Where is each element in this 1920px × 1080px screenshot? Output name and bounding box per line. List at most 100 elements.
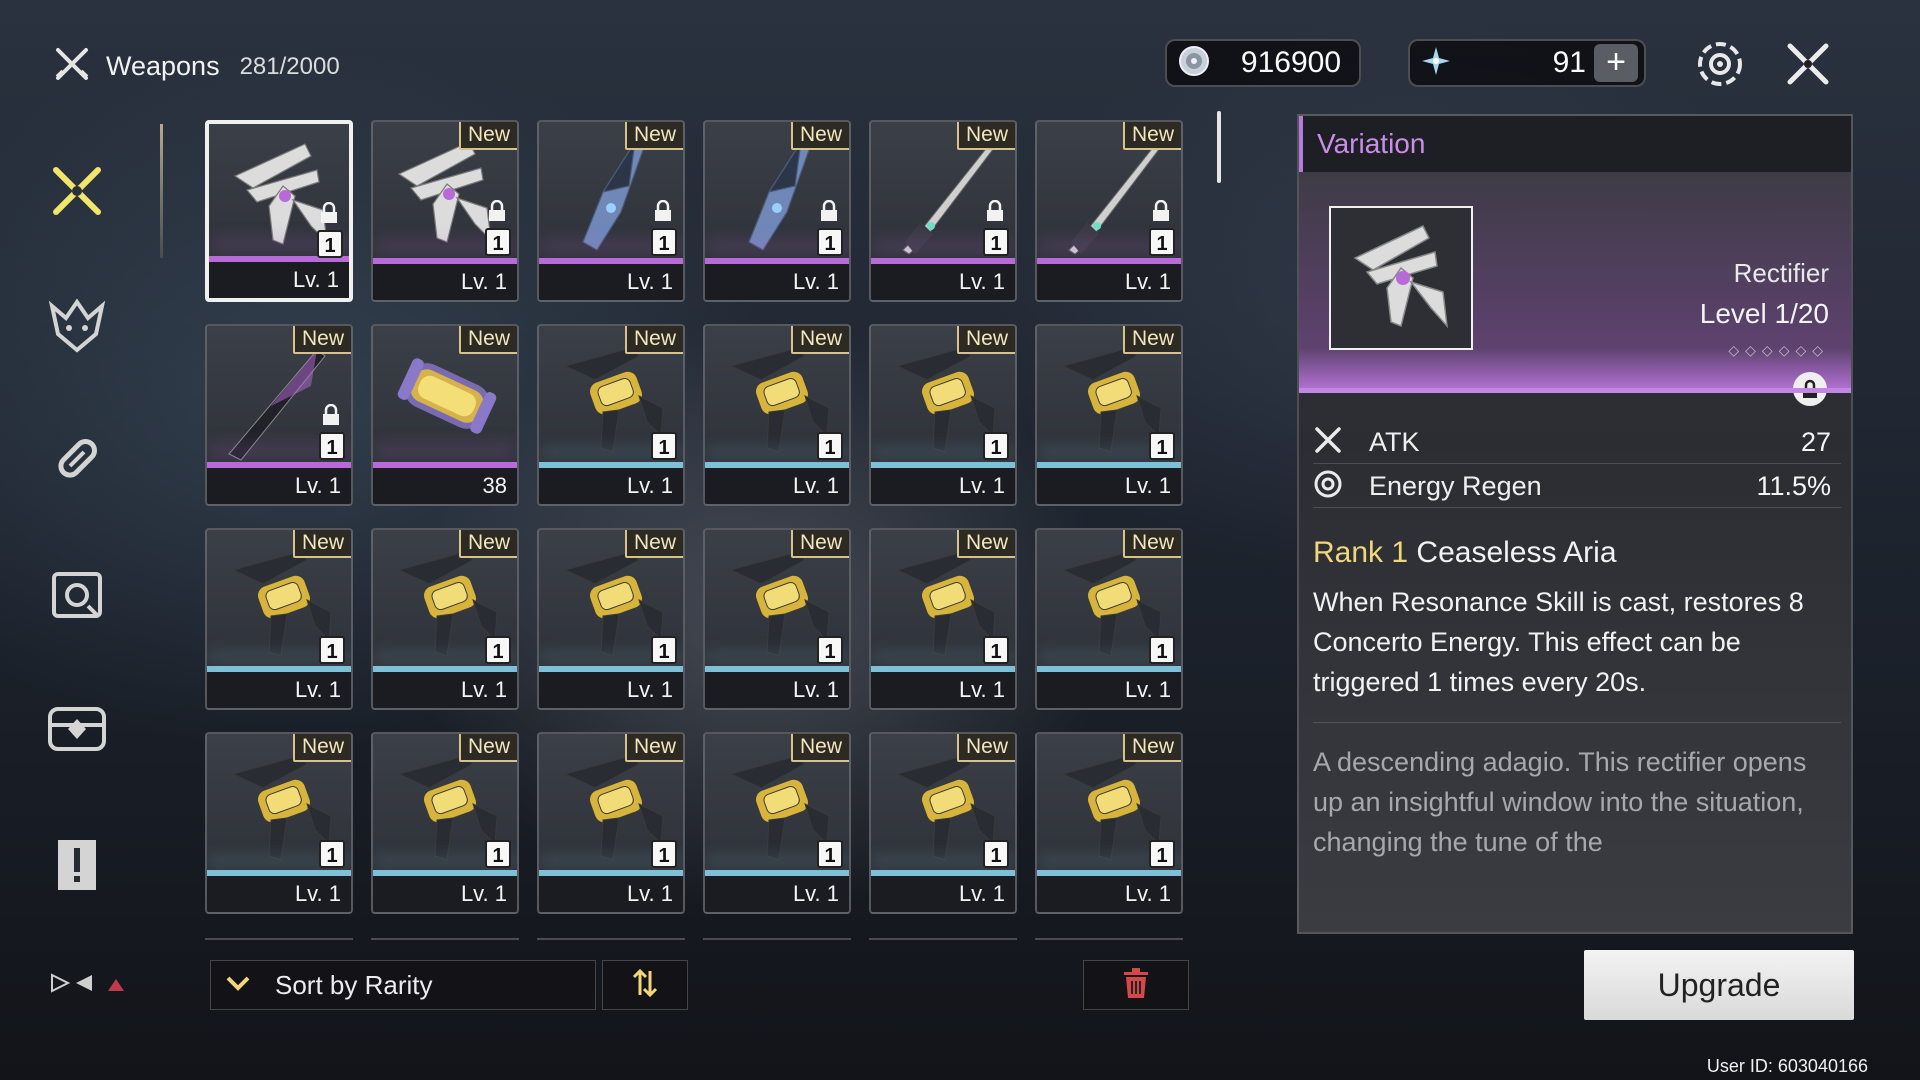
- weapon-level-label: Lv. 1: [1124, 677, 1171, 702]
- rank-badge: 1: [983, 228, 1009, 256]
- weapon-card[interactable]: 1 Lv. 1: [205, 120, 353, 302]
- new-badge: New: [624, 326, 683, 354]
- weapon-card[interactable]: 1 Lv. 1 New: [371, 732, 519, 914]
- rank-badge: 1: [1149, 228, 1175, 256]
- weapon-level-label: Lv. 1: [460, 269, 507, 294]
- weapon-level-label: Lv. 1: [1124, 473, 1171, 498]
- weapon-card[interactable]: 1 Lv. 1 New: [703, 732, 851, 914]
- lock-icon: [321, 403, 341, 426]
- settings-gear-icon[interactable]: [1692, 36, 1748, 92]
- trash-icon: [1122, 967, 1150, 1004]
- weapon-card[interactable]: 1 Lv. 1 New: [1035, 528, 1183, 710]
- dismantle-button[interactable]: [1083, 960, 1189, 1010]
- weapon-card[interactable]: 1 Lv. 1 New: [703, 120, 851, 302]
- sort-label: Sort by Rarity: [275, 969, 433, 1000]
- new-badge: New: [624, 734, 683, 762]
- detail-section-title: Variation: [1317, 128, 1426, 159]
- weapon-card-partial[interactable]: [371, 938, 519, 940]
- rank-badge: 1: [651, 228, 677, 256]
- weapon-card[interactable]: 1 Lv. 1 New: [703, 324, 851, 506]
- weapon-card[interactable]: 1 Lv. 1 New: [205, 528, 353, 710]
- page-header: Weapons 281/2000: [52, 44, 340, 89]
- weapon-card[interactable]: 1 Lv. 1 New: [537, 324, 685, 506]
- new-badge: New: [458, 530, 517, 558]
- echo-nav-icon[interactable]: [42, 290, 112, 360]
- new-badge: New: [956, 122, 1015, 150]
- chevron-down-icon: [225, 974, 251, 997]
- weapon-level-label: Lv. 1: [294, 881, 341, 906]
- rank-badge: 1: [485, 840, 511, 868]
- new-badge: New: [1122, 122, 1181, 150]
- weapon-level-label: Lv. 1: [958, 881, 1005, 906]
- weapon-card-partial[interactable]: [703, 938, 851, 940]
- weapon-card[interactable]: 1 Lv. 1 New: [869, 120, 1017, 302]
- quest-item-nav-icon[interactable]: [42, 830, 112, 900]
- weapon-level-label: Lv. 1: [958, 677, 1005, 702]
- rank-badge: 1: [1149, 840, 1175, 868]
- weapon-card[interactable]: 1 Lv. 1 New: [537, 120, 685, 302]
- weapon-card[interactable]: 1 Lv. 1 New: [869, 732, 1017, 914]
- weapon-level: Level 1/20: [1699, 298, 1829, 329]
- weapon-card[interactable]: 1 Lv. 1 New: [371, 120, 519, 302]
- rank-badge: 1: [319, 840, 345, 868]
- weapon-card-partial[interactable]: [869, 938, 1017, 940]
- lock-icon: [1151, 199, 1171, 222]
- astrite-counter: 91 +: [1408, 39, 1646, 87]
- grid-scrollbar[interactable]: [1217, 111, 1221, 183]
- rank-diamonds-icon: ◇◇◇◇◇◇: [1728, 342, 1829, 358]
- weapon-card[interactable]: 1 Lv. 1 New: [205, 732, 353, 914]
- weapon-level-label: Lv. 1: [958, 473, 1005, 498]
- weapon-card[interactable]: 1 Lv. 1 New: [537, 732, 685, 914]
- weapon-card[interactable]: 1 Lv. 1 New: [869, 528, 1017, 710]
- passive-rank: Rank 1: [1313, 536, 1409, 569]
- weapon-card-partial[interactable]: [537, 938, 685, 940]
- rank-badge: 1: [983, 840, 1009, 868]
- weapon-card[interactable]: 1 Lv. 1 New: [537, 528, 685, 710]
- weapon-card[interactable]: 1 Lv. 1 New: [205, 324, 353, 506]
- page-title: Weapons: [106, 51, 220, 81]
- upgrade-button[interactable]: Upgrade: [1584, 950, 1854, 1020]
- weapon-thumbnail: [1329, 206, 1473, 350]
- weapon-card-partial[interactable]: [1035, 938, 1183, 940]
- new-badge: New: [458, 122, 517, 150]
- add-astrite-button[interactable]: +: [1594, 44, 1638, 82]
- weapon-grid[interactable]: 1 Lv. 1 1 Lv. 1 New 1 Lv. 1 New 1 Lv. 1 New 1 Lv. 1 N…: [205, 120, 1190, 940]
- weapon-level-label: 38: [482, 473, 507, 498]
- sort-order-arrows-icon: [630, 967, 660, 1004]
- new-badge: New: [458, 734, 517, 762]
- device-nav-icon[interactable]: [42, 424, 112, 494]
- rank-badge: 1: [319, 636, 345, 664]
- weapon-card[interactable]: 1 Lv. 1 New: [1035, 324, 1183, 506]
- supply-nav-icon[interactable]: [42, 694, 112, 764]
- rank-badge: 1: [983, 432, 1009, 460]
- weapon-card[interactable]: 1 Lv. 1 New: [703, 528, 851, 710]
- new-badge: New: [292, 734, 351, 762]
- rank-badge: 1: [317, 230, 343, 258]
- sort-order-button[interactable]: [602, 960, 688, 1010]
- weapon-detail-panel: Variation Rectifier Level 1/20 ◇◇◇◇◇◇ AT…: [1297, 114, 1853, 934]
- inventory-count: 281/2000: [239, 52, 340, 80]
- weapon-card[interactable]: 1 Lv. 1 New: [371, 528, 519, 710]
- new-badge: New: [956, 530, 1015, 558]
- weapon-card[interactable]: 1 Lv. 1 New: [1035, 732, 1183, 914]
- weapon-card-partial[interactable]: [205, 938, 353, 940]
- stat-name: ATK: [1369, 427, 1420, 457]
- close-crossed-swords-icon[interactable]: [1780, 36, 1836, 92]
- weapon-card[interactable]: 1 Lv. 1 New: [1035, 120, 1183, 302]
- weapons-nav-icon[interactable]: [42, 156, 112, 226]
- shell-credit-counter[interactable]: 916900: [1165, 39, 1361, 87]
- sort-dropdown[interactable]: Sort by Rarity: [210, 960, 596, 1010]
- lock-icon: [319, 201, 339, 224]
- page-switch-arrows[interactable]: [48, 972, 138, 994]
- weapon-level-label: Lv. 1: [792, 677, 839, 702]
- new-badge: New: [956, 326, 1015, 354]
- new-badge: New: [790, 122, 849, 150]
- weapon-card[interactable]: 38 New: [371, 324, 519, 506]
- weapon-level-label: Lv. 1: [792, 881, 839, 906]
- weapon-card[interactable]: 1 Lv. 1 New: [869, 324, 1017, 506]
- stat-row-energy-regen: Energy Regen 11.5%: [1313, 466, 1841, 508]
- rank-badge: 1: [817, 840, 843, 868]
- camera-nav-icon[interactable]: [42, 560, 112, 630]
- shell-credit-icon: [1177, 44, 1211, 83]
- new-badge: New: [292, 530, 351, 558]
